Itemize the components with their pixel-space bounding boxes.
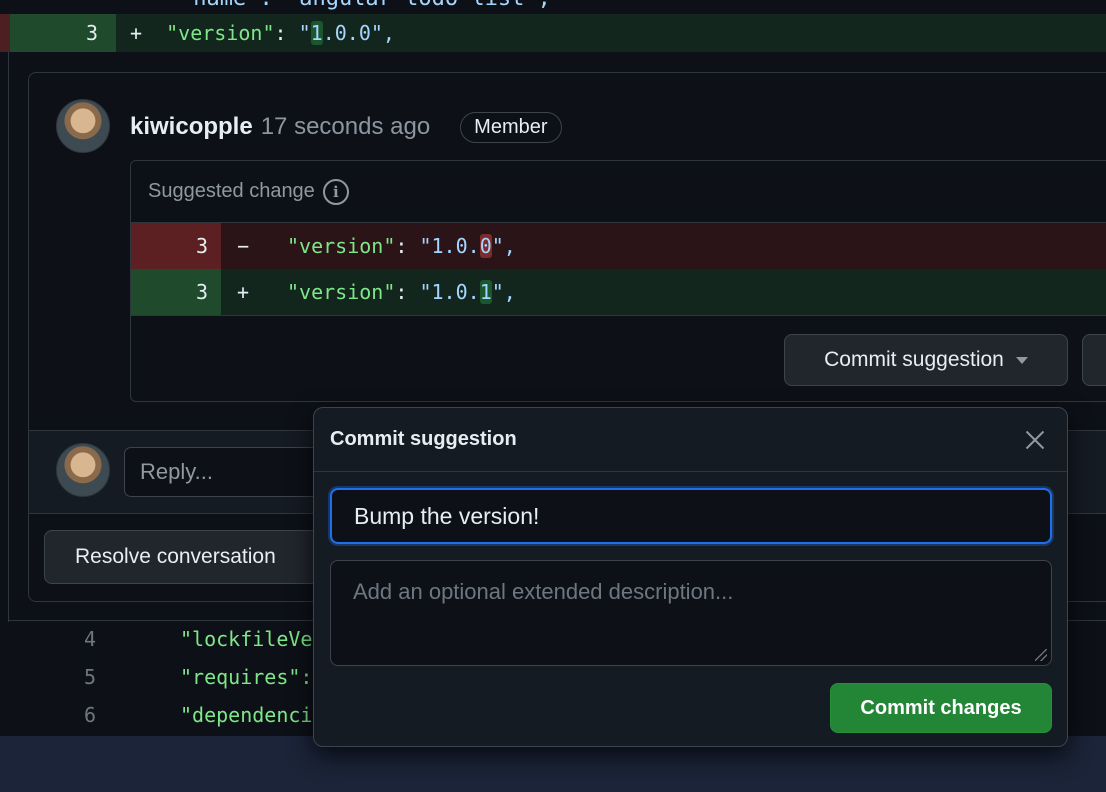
add-to-batch-button[interactable] [1082,334,1106,386]
resolve-conversation-label: Resolve conversation [75,545,276,568]
gutter-divider [8,52,9,622]
code-content: + "version": "1.0.0", [130,14,395,52]
line-number: 3 [131,223,221,269]
commit-message-input[interactable]: Bump the version! [330,488,1052,544]
code-key: "version" [287,234,396,258]
comment-header: kiwicopple 17 seconds ago Member [130,110,562,144]
code-key: "version" [166,21,275,45]
code-val-highlight: 0 [479,234,492,258]
role-badge: Member [460,111,562,143]
code-content: "version": "1.0.1", [287,269,516,315]
author-name[interactable]: kiwicopple [130,113,253,141]
resize-handle[interactable] [1035,649,1047,661]
chevron-down-icon [1015,356,1028,364]
code-sep: : [274,21,299,45]
diff-deleted-row: 3 − "version": "1.0.0", [131,223,1106,269]
code-val-rest: ", [491,234,516,258]
extended-description-input[interactable]: Add an optional extended description... [330,560,1052,666]
line-number: 4 [83,627,96,651]
comment-timestamp[interactable]: 17 seconds ago [261,113,430,141]
suggested-change-label: Suggested change [148,180,315,202]
code-line-cut-text: "name": "angular-todo-list", [180,0,551,11]
code-content: "version": "1.0.0", [287,223,516,269]
line-number: 6 [83,703,96,727]
code-val-prefix: " [298,21,311,45]
diff-added-row: 3 + "version": "1.0.1", [131,269,1106,315]
resolve-conversation-button[interactable]: Resolve conversation [44,530,344,584]
close-icon[interactable] [1021,426,1049,454]
avatar [56,443,110,497]
popover-title: Commit suggestion [330,428,517,450]
line-number: 5 [83,665,96,689]
line-number: 3 [131,269,221,315]
description-placeholder: Add an optional extended description... [353,579,734,604]
avatar[interactable] [56,99,110,153]
code-val-prefix: "1.0. [419,234,480,258]
code-val-rest: ", [491,280,516,304]
code-val-rest: .0.0", [322,21,395,45]
code-sep: : [395,234,420,258]
code-val-prefix: "1.0. [419,280,480,304]
commit-suggestion-button[interactable]: Commit suggestion [784,334,1068,386]
code-key: "version" [287,280,396,304]
info-icon[interactable]: i [322,178,349,205]
code-sep: : [395,280,420,304]
commit-suggestion-label: Commit suggestion [824,348,1004,371]
diff-added-line: 3 + "version": "1.0.0", [0,14,1106,52]
suggested-change-header: Suggested change i [131,161,1106,223]
code-val-highlight: 1 [479,280,492,304]
commit-suggestion-popover: Commit suggestion Bump the version! Add … [313,407,1068,747]
popover-header: Commit suggestion [314,408,1067,472]
line-number: 3 [10,14,116,52]
gutter-marker [0,14,10,52]
commit-changes-button[interactable]: Commit changes [830,683,1052,733]
code-line-cut: "name": "angular-todo-list", [0,0,1106,14]
code-val-highlight: 1 [310,21,323,45]
diff-sign: − [237,234,250,258]
diff-sign: + [130,21,143,45]
diff-sign: + [237,280,250,304]
